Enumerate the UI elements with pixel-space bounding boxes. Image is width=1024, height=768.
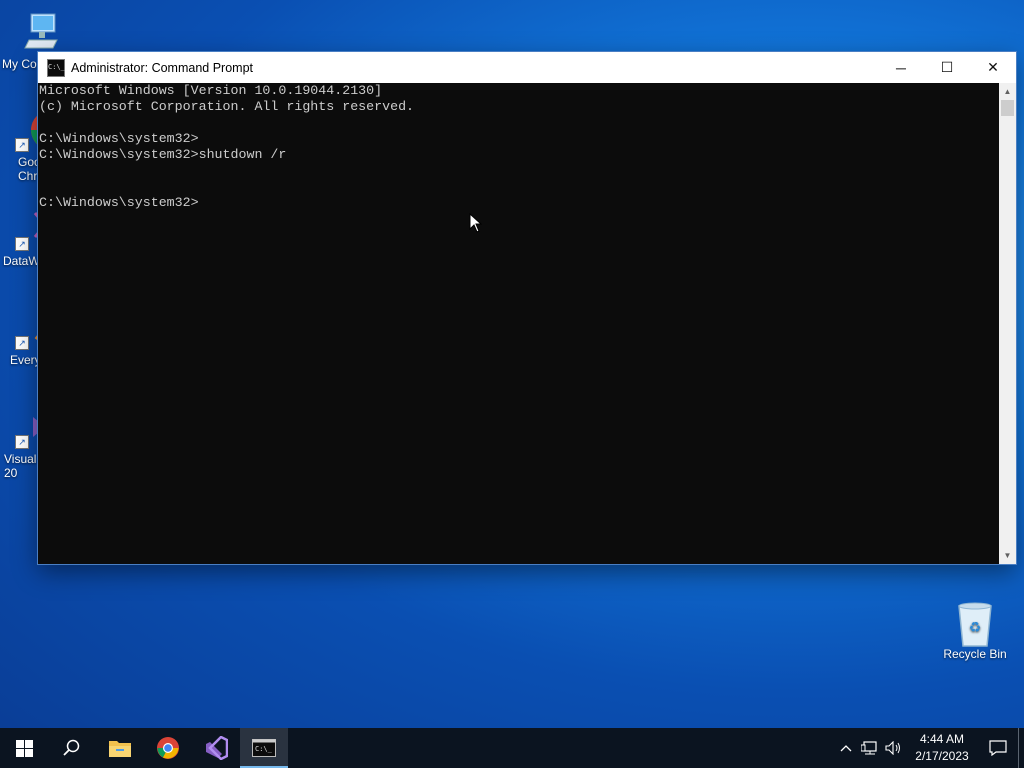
taskbar: C:\_ 4:44 AM 2/17/2023 bbox=[0, 728, 1024, 768]
search-icon bbox=[63, 739, 80, 756]
cmd-icon: C:\_ bbox=[47, 58, 65, 77]
svg-text:C:\_: C:\_ bbox=[255, 745, 273, 753]
folder-icon bbox=[109, 741, 131, 757]
cmd-icon: C:\_ bbox=[252, 739, 276, 757]
shortcut-arrow-icon: ↗ bbox=[15, 336, 29, 350]
shortcut-arrow-icon: ↗ bbox=[15, 237, 29, 251]
visual-studio-button[interactable] bbox=[192, 728, 240, 768]
shortcut-arrow-icon: ↗ bbox=[15, 138, 29, 152]
show-desktop-button[interactable] bbox=[1018, 728, 1024, 768]
chrome-button[interactable] bbox=[144, 728, 192, 768]
network-icon[interactable] bbox=[858, 728, 882, 768]
show-hidden-icons-chevron-icon[interactable] bbox=[834, 728, 858, 768]
console-output[interactable]: Microsoft Windows [Version 10.0.19044.21… bbox=[38, 83, 999, 564]
clock-date: 2/17/2023 bbox=[915, 749, 969, 763]
visual-studio-icon bbox=[206, 736, 228, 760]
desktop-icon-recycle-bin[interactable]: ♻ Recycle Bin bbox=[938, 600, 1012, 661]
search-button[interactable] bbox=[48, 728, 96, 768]
taskbar-clock[interactable]: 4:44 AM 2/17/2023 bbox=[910, 731, 974, 765]
system-tray: 4:44 AM 2/17/2023 bbox=[834, 728, 1024, 768]
start-button[interactable] bbox=[0, 728, 48, 768]
window-title: Administrator: Command Prompt bbox=[71, 60, 254, 75]
svg-text:♻: ♻ bbox=[969, 620, 982, 636]
recycle-bin-icon: ♻ bbox=[953, 600, 997, 647]
close-button[interactable]: ✕ bbox=[970, 52, 1016, 83]
action-center-button[interactable] bbox=[978, 728, 1018, 768]
file-explorer-button[interactable] bbox=[96, 728, 144, 768]
window-titlebar[interactable]: C:\_ Administrator: Command Prompt ─ ☐ ✕ bbox=[38, 52, 1016, 83]
cmd-taskbar-button[interactable]: C:\_ bbox=[240, 728, 288, 768]
desktop-icon-label: Goo Chr bbox=[18, 155, 41, 183]
minimize-button[interactable]: ─ bbox=[878, 52, 924, 83]
desktop-icon-label: Visual 20 bbox=[4, 452, 37, 480]
notification-icon bbox=[989, 740, 1007, 756]
volume-icon[interactable] bbox=[882, 728, 906, 768]
console-text: Microsoft Windows [Version 10.0.19044.21… bbox=[39, 83, 415, 210]
scroll-down-icon[interactable]: ▼ bbox=[999, 547, 1016, 564]
vertical-scrollbar[interactable]: ▲ ▼ bbox=[999, 83, 1016, 564]
clock-time: 4:44 AM bbox=[919, 732, 965, 746]
computer-icon bbox=[15, 10, 59, 54]
shortcut-arrow-icon: ↗ bbox=[15, 435, 29, 449]
scroll-up-icon[interactable]: ▲ bbox=[999, 83, 1016, 100]
mouse-pointer-icon bbox=[469, 213, 483, 233]
scrollbar-thumb[interactable] bbox=[1001, 100, 1014, 116]
command-prompt-window[interactable]: C:\_ Administrator: Command Prompt ─ ☐ ✕… bbox=[38, 52, 1016, 564]
windows-logo-icon bbox=[15, 739, 33, 757]
chrome-icon bbox=[157, 737, 179, 759]
desktop-icon-label: Recycle Bin bbox=[943, 647, 1007, 661]
maximize-button[interactable]: ☐ bbox=[924, 52, 970, 83]
